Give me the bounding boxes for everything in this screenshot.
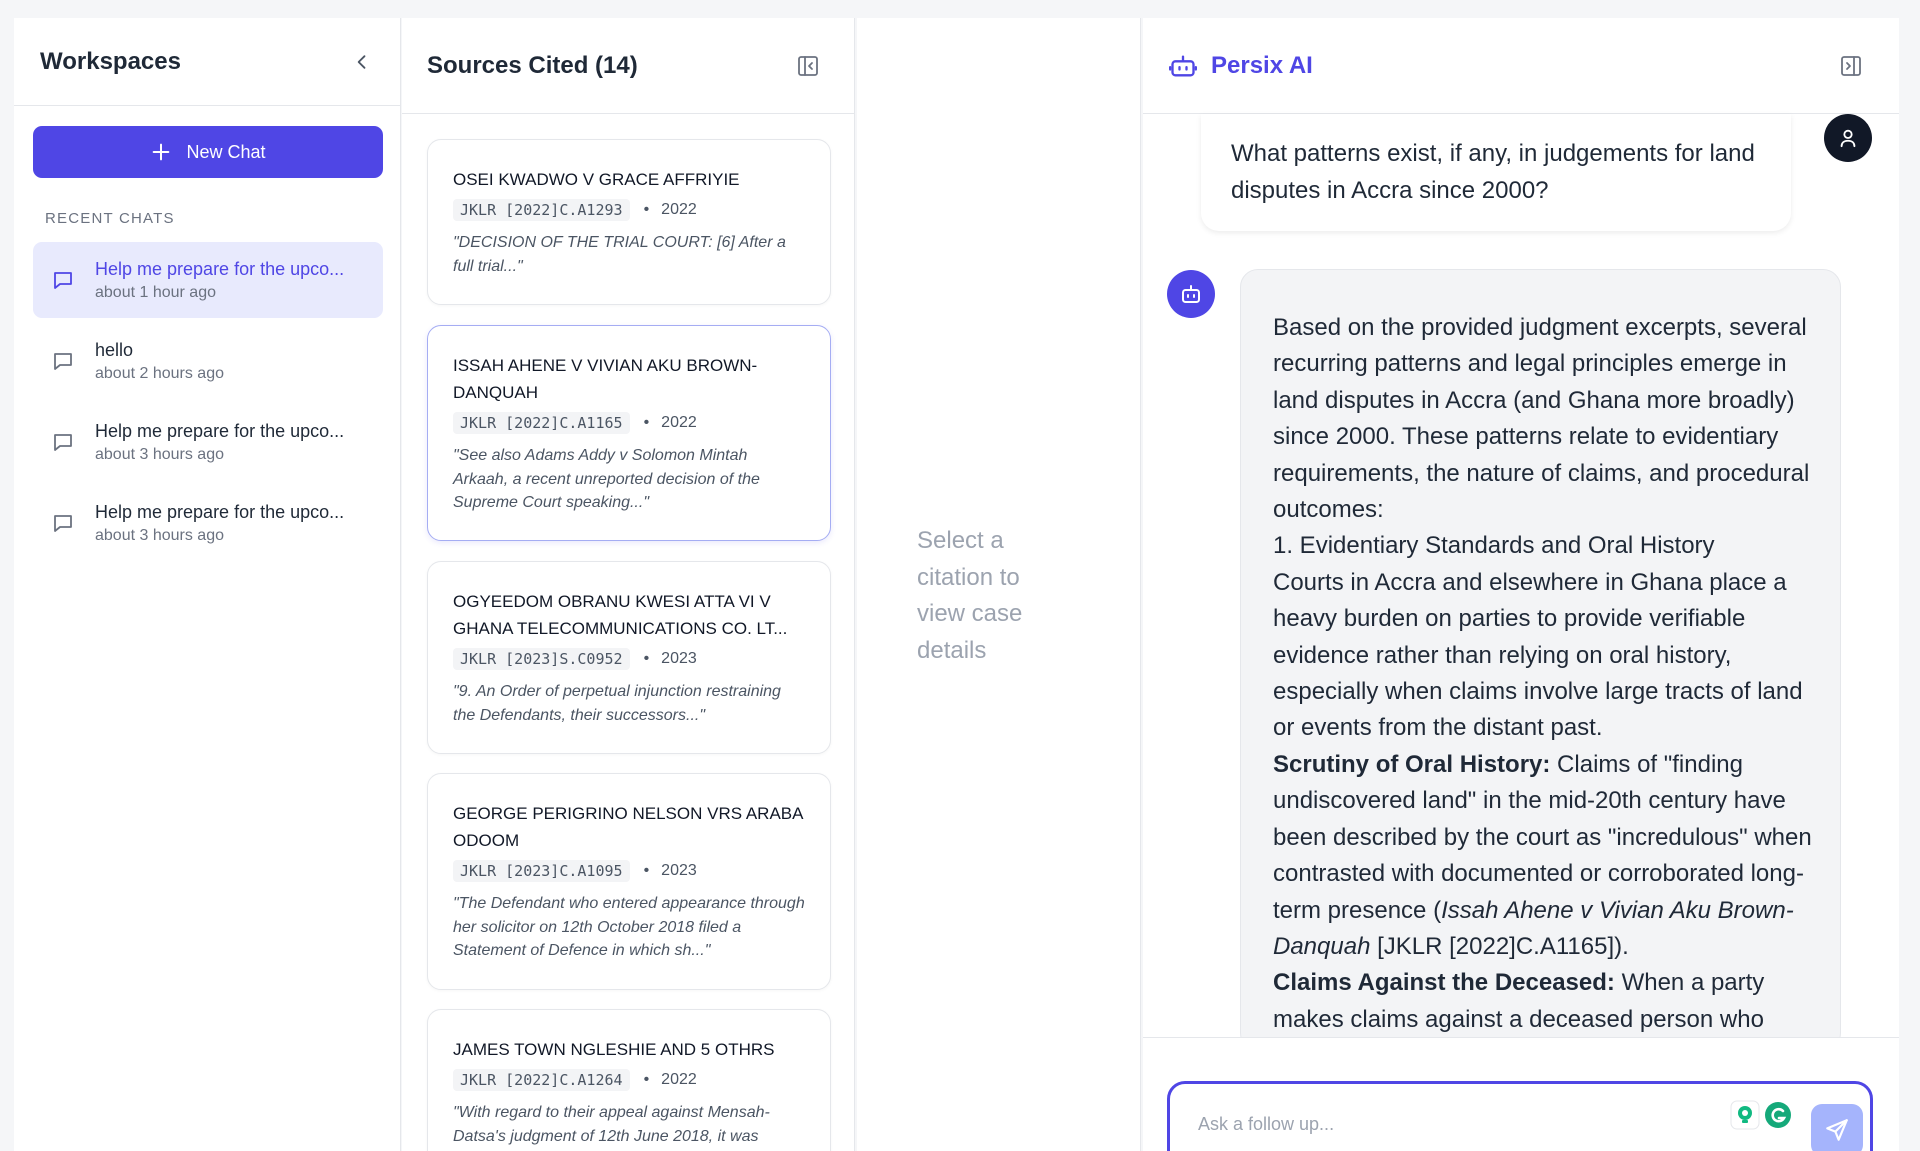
case-title: GEORGE PERIGRINO NELSON VRS ARABA ODOOM: [453, 804, 803, 850]
panel-right-close-icon: [1841, 55, 1861, 76]
case-excerpt: "The Defendant who entered appearance th…: [453, 895, 805, 959]
case-meta: JKLR [2022]C.A1165 • 2022: [453, 412, 806, 434]
point-label: Scrutiny of Oral History:: [1273, 750, 1551, 778]
lightbulb-extension-icon[interactable]: [1730, 1100, 1760, 1130]
source-card[interactable]: ISSAH AHENE V VIVIAN AKU BROWN-DANQUAH J…: [427, 325, 831, 541]
message-square-icon: [54, 353, 72, 370]
recent-chats-list: Help me prepare for the upco... about 1 …: [33, 242, 383, 566]
follow-up-input[interactable]: [1198, 1114, 1698, 1135]
case-meta: JKLR [2022]C.A1264 • 2022: [453, 1069, 806, 1091]
case-year: 2022: [661, 1071, 697, 1088]
user-icon: [1840, 129, 1856, 148]
answer-intro: Based on the provided judgment excerpts,…: [1273, 314, 1810, 524]
case-year: 2022: [661, 201, 697, 218]
case-title: OSEI KWADWO V GRACE AFFRIYIE: [453, 170, 740, 189]
case-detail-panel: Select a citation to view case details: [857, 18, 1141, 1151]
case-meta: JKLR [2023]C.A1095 • 2023: [453, 860, 806, 882]
source-card[interactable]: GEORGE PERIGRINO NELSON VRS ARABA ODOOM …: [427, 773, 831, 990]
meta-separator: •: [643, 1071, 650, 1088]
case-citation: JKLR [2022]C.A1293: [453, 199, 630, 221]
sources-header: Sources Cited (14): [402, 18, 854, 114]
answer-point: Claims Against the Deceased: When a part…: [1273, 965, 1814, 1038]
composer: [1167, 1081, 1873, 1151]
case-year: 2023: [661, 862, 697, 879]
chat-item-title: Help me prepare for the upco...: [95, 501, 345, 522]
source-card[interactable]: OSEI KWADWO V GRACE AFFRIYIE JKLR [2022]…: [427, 139, 831, 305]
brand-name: Persix AI: [1211, 51, 1313, 79]
message-square-icon: [54, 515, 72, 532]
case-year: 2022: [661, 414, 697, 431]
sources-title: Sources Cited (14): [427, 51, 638, 79]
case-meta: JKLR [2023]S.C0952 • 2023: [453, 648, 806, 670]
case-excerpt: "9. An Order of perpetual injunction res…: [453, 683, 781, 724]
extension-icons: [1730, 1100, 1793, 1130]
case-excerpt: "DECISION OF THE TRIAL COURT: [6] After …: [453, 234, 786, 275]
panel-left-close-icon: [798, 55, 818, 76]
answer-paragraph: Courts in Accra and elsewhere in Ghana p…: [1273, 568, 1803, 742]
collapse-sources-button[interactable]: [794, 52, 822, 80]
empty-detail-message: Select a citation to view case details: [917, 527, 1023, 664]
chat-header: Persix AI: [1143, 18, 1899, 114]
case-excerpt: "With regard to their appeal against Men…: [453, 1104, 770, 1145]
chat-item-time: about 3 hours ago: [95, 526, 224, 544]
chat-item-title: Help me prepare for the upco...: [95, 420, 345, 441]
chat-item[interactable]: Help me prepare for the upco... about 1 …: [33, 242, 383, 318]
sidebar-header: Workspaces: [14, 18, 400, 106]
chat-item[interactable]: Help me prepare for the upco... about 3 …: [33, 404, 383, 480]
meta-separator: •: [643, 201, 650, 218]
bot-icon: [1182, 285, 1200, 303]
collapse-sidebar-button[interactable]: [348, 48, 376, 76]
meta-separator: •: [643, 414, 650, 431]
meta-separator: •: [643, 650, 650, 667]
chat-item[interactable]: hello about 2 hours ago: [33, 323, 383, 399]
chat-item-time: about 1 hour ago: [95, 283, 216, 301]
answer-point: Scrutiny of Oral History: Claims of "fin…: [1273, 747, 1814, 965]
case-meta: JKLR [2022]C.A1293 • 2022: [453, 199, 806, 221]
point-text: [JKLR [2022]C.A1165]).: [1370, 932, 1629, 960]
case-title: ISSAH AHENE V VIVIAN AKU BROWN-DANQUAH: [453, 356, 758, 402]
meta-separator: •: [643, 862, 650, 879]
chat-panel: Persix AI What patterns exist, if any, i…: [1143, 18, 1899, 1151]
new-chat-button[interactable]: New Chat: [33, 126, 383, 178]
chat-item-title: hello: [95, 339, 134, 360]
point-label: Claims Against the Deceased:: [1273, 969, 1615, 997]
sidebar-title: Workspaces: [40, 47, 181, 75]
recent-chats-label: RECENT CHATS: [45, 210, 175, 227]
grammarly-icon[interactable]: [1763, 1100, 1793, 1130]
composer-area: [1143, 1037, 1899, 1151]
answer-heading: 1. Evidentiary Standards and Oral Histor…: [1273, 532, 1715, 560]
assistant-message: Based on the provided judgment excerpts,…: [1240, 269, 1841, 1051]
chat-item[interactable]: Help me prepare for the upco... about 3 …: [33, 485, 383, 561]
source-card[interactable]: JAMES TOWN NGLESHIE AND 5 OTHRS JKLR [20…: [427, 1009, 831, 1151]
message-square-icon: [54, 272, 72, 289]
case-citation: JKLR [2022]C.A1165: [453, 412, 630, 434]
message-square-icon: [54, 434, 72, 451]
sources-panel: Sources Cited (14) OSEI KWADWO V GRACE A…: [402, 18, 855, 1151]
chevron-left-icon: [357, 54, 366, 69]
case-excerpt: "See also Adams Addy v Solomon Mintah Ar…: [453, 447, 760, 511]
user-avatar: [1824, 114, 1872, 162]
case-citation: JKLR [2022]C.A1264: [453, 1069, 630, 1091]
collapse-chat-button[interactable]: [1837, 52, 1865, 80]
brand: Persix AI: [1169, 52, 1313, 80]
chat-item-time: about 2 hours ago: [95, 364, 224, 382]
source-card[interactable]: OGYEEDOM OBRANU KWESI ATTA VI v GHANA TE…: [427, 561, 831, 754]
plus-icon: [153, 143, 170, 161]
case-year: 2023: [661, 650, 697, 667]
case-title: JAMES TOWN NGLESHIE AND 5 OTHRS: [453, 1040, 775, 1059]
case-citation: JKLR [2023]S.C0952: [453, 648, 630, 670]
chat-item-title: Help me prepare for the upco...: [95, 258, 345, 279]
chat-item-time: about 3 hours ago: [95, 445, 224, 463]
send-button[interactable]: [1811, 1104, 1863, 1151]
case-title: OGYEEDOM OBRANU KWESI ATTA VI v GHANA TE…: [453, 592, 788, 638]
new-chat-label: New Chat: [186, 141, 266, 162]
user-message: What patterns exist, if any, in judgemen…: [1201, 114, 1791, 231]
assistant-avatar: [1167, 270, 1215, 318]
bot-icon: [1169, 55, 1197, 77]
workspaces-sidebar: Workspaces New Chat RECENT CHATS Help me…: [14, 18, 401, 1151]
send-icon: [1826, 1119, 1848, 1141]
case-citation: JKLR [2023]C.A1095: [453, 860, 630, 882]
